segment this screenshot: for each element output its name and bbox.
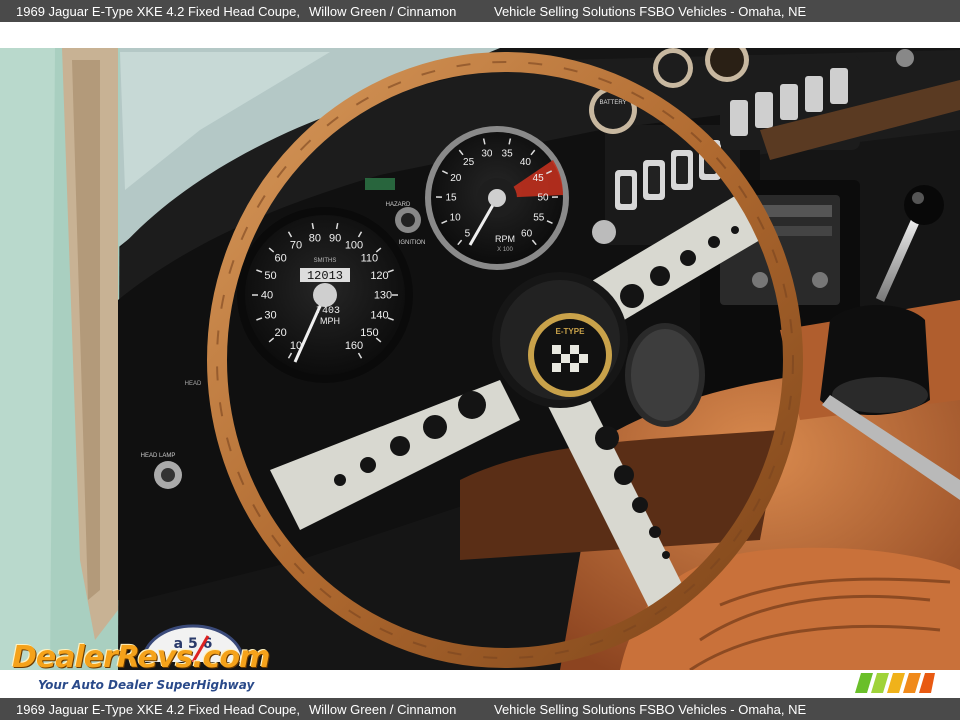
- gauge-tick-label: 25: [463, 157, 475, 168]
- caption-colors: Willow Green / Cinnamon: [309, 3, 457, 19]
- gauge-tick-label: 90: [329, 233, 341, 245]
- gauge-tick-label: 55: [533, 212, 545, 223]
- caption-dealer: Vehicle Selling Solutions FSBO Vehicles …: [494, 3, 807, 19]
- gauge-tick-label: 35: [502, 149, 514, 160]
- gauge-tick-label: 110: [361, 252, 379, 264]
- gauge-tick-label: 130: [374, 290, 392, 302]
- top-caption-bar: 1969 Jaguar E-Type XKE 4.2 Fixed Head Co…: [0, 0, 960, 22]
- gauge-tick-label: 30: [481, 149, 493, 160]
- gauge-tick-label: 60: [521, 229, 533, 240]
- speedometer-unit: MPH: [320, 316, 340, 326]
- gauge-tick-label: 10: [450, 212, 462, 223]
- caption-vehicle: 1969 Jaguar E-Type XKE 4.2 Fixed Head Co…: [16, 3, 301, 19]
- gauge-tick-label: 150: [360, 327, 378, 339]
- watermark-brand: DealerRevs.com: [12, 640, 270, 675]
- gauge-tick-label: 40: [261, 290, 273, 302]
- gauge-tick-label: 60: [274, 252, 286, 264]
- odometer-reading: 12013: [307, 269, 343, 283]
- dealer-stripes-logo: [855, 673, 935, 693]
- gauge-tick-label: 45: [533, 173, 545, 184]
- hazard-light: [365, 178, 395, 190]
- caption-colors: Willow Green / Cinnamon: [309, 701, 457, 717]
- head-lamp-label: HEAD LAMP: [141, 453, 176, 459]
- gauge-tick-label: 15: [445, 193, 457, 204]
- gauge-tick-label: 20: [274, 327, 286, 339]
- gauge-tick-label: 5: [465, 229, 471, 240]
- gauge-tick-label: 160: [345, 340, 363, 352]
- caption-vehicle: 1969 Jaguar E-Type XKE 4.2 Fixed Head Co…: [16, 701, 301, 717]
- battery-label: BATTERY: [599, 100, 626, 106]
- dealerrevs-watermark: a 5 6 DealerRevs.com Your Auto Dealer Su…: [10, 622, 270, 694]
- horn-badge-text: E-TYPE: [556, 327, 586, 336]
- speedometer-brand: SMITHS: [314, 258, 337, 264]
- ignition-label: IGNITION: [399, 240, 426, 246]
- gauge-tick-label: 30: [264, 310, 276, 322]
- panel-knob: [592, 220, 616, 244]
- bottom-caption-bar: 1969 Jaguar E-Type XKE 4.2 Fixed Head Co…: [0, 698, 960, 720]
- vehicle-photo: BATTERY 10 20 30 40 50 60 70 80 90 100 110 120 130 14…: [0, 48, 960, 670]
- watermark-tagline: Your Auto Dealer SuperHighway: [38, 678, 255, 692]
- gauge-tick-label: 50: [537, 193, 549, 204]
- gauge-tick-label: 70: [290, 239, 302, 251]
- head-label: HEAD: [185, 381, 202, 387]
- gauge-tick-label: 20: [450, 173, 462, 184]
- gauge-tick-label: 80: [309, 233, 321, 245]
- gauge-tick-label: 100: [345, 239, 363, 251]
- shift-knob: [904, 185, 944, 225]
- gauge-tick-label: 50: [264, 270, 276, 282]
- gauge-tick-label: 120: [370, 270, 388, 282]
- gauge-tick-label: 40: [520, 157, 532, 168]
- tachometer-unit: RPM: [495, 234, 515, 244]
- gauge-tick-label: 140: [370, 310, 388, 322]
- caption-dealer: Vehicle Selling Solutions FSBO Vehicles …: [494, 701, 807, 717]
- tachometer-multiplier: X 100: [497, 247, 513, 253]
